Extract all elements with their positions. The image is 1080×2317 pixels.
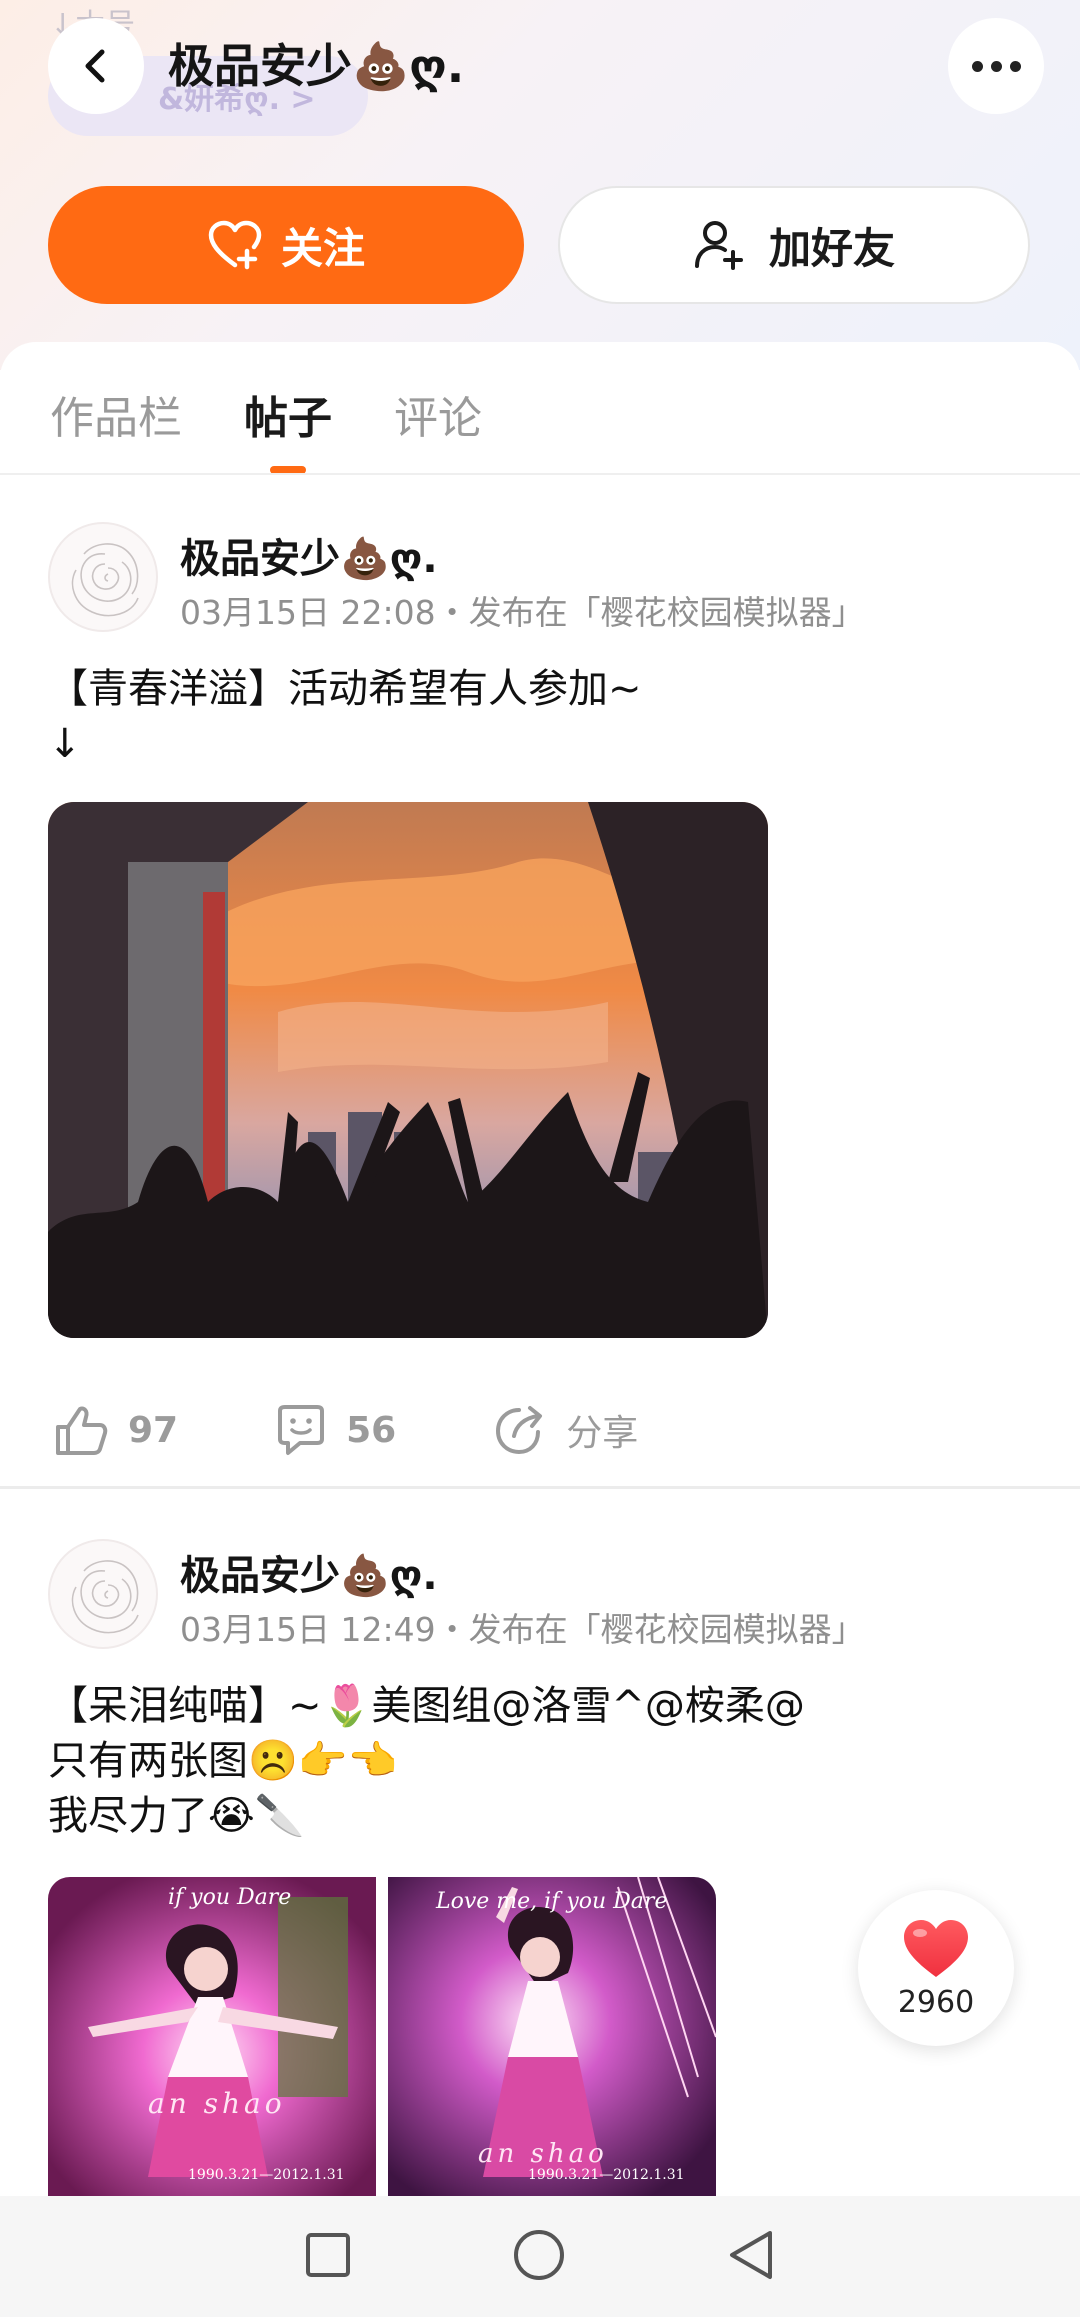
post-meta: 03月15日 22:08・发布在「樱花校园模拟器」 <box>180 593 865 632</box>
more-options-button[interactable] <box>948 18 1044 114</box>
author-name[interactable]: 极品安少💩ღ. <box>180 1543 438 1601</box>
comment-icon <box>278 1405 325 1455</box>
follow-label: 关注 <box>280 223 365 273</box>
circle-icon <box>514 2229 564 2280</box>
chevron-left-icon <box>85 49 105 83</box>
tab-label: 作品栏 <box>50 393 182 444</box>
floating-like-button[interactable]: 2960 <box>858 1890 1014 2046</box>
like-button[interactable]: 97 <box>54 1403 178 1457</box>
tab-posts[interactable]: 帖子 <box>244 382 332 474</box>
post-image-1[interactable]: if you Dare an shao 1990.3.21—2012.1.31 <box>48 1877 376 2197</box>
image-date-text: 1990.3.21—2012.1.31 <box>188 2167 345 2183</box>
tab-works[interactable]: 作品栏 <box>50 382 182 474</box>
share-icon <box>496 1406 543 1455</box>
post-image-sunset[interactable] <box>48 802 768 1338</box>
anime-photo-1 <box>48 1877 376 2197</box>
post-image-2[interactable]: Love me, if you Dare an shao 1990.3.21—2… <box>388 1877 716 2197</box>
add-user-icon <box>694 221 743 270</box>
share-label: 分享 <box>566 1413 639 1454</box>
image-date-text: 1990.3.21—2012.1.31 <box>528 2167 685 2183</box>
floating-like-count: 2960 <box>897 1984 975 2020</box>
image-name-text: an shao <box>478 2139 608 2169</box>
image-script-text: Love me, if you Dare <box>436 1889 668 1914</box>
more-dot-icon <box>971 60 983 72</box>
share-button[interactable]: 分享 <box>492 1402 638 1458</box>
add-friend-label: 加好友 <box>768 223 895 273</box>
tab-label: 帖子 <box>244 393 332 444</box>
post-actions: 97 56 分享 <box>54 1402 638 1458</box>
author-name[interactable]: 极品安少💩ღ. <box>180 526 438 584</box>
recent-apps-button[interactable] <box>304 2231 352 2283</box>
triangle-back-icon <box>730 2230 772 2279</box>
tab-label: 评论 <box>394 393 482 444</box>
back-button[interactable] <box>48 18 144 114</box>
system-navigation-bar <box>0 2196 1080 2317</box>
avatar[interactable] <box>48 522 158 632</box>
add-friend-button[interactable]: 加好友 <box>558 186 1030 304</box>
tab-comments[interactable]: 评论 <box>394 382 482 474</box>
image-name-text: an shao <box>148 2087 286 2120</box>
back-nav-button[interactable] <box>726 2228 776 2286</box>
like-count: 97 <box>128 1409 179 1451</box>
page-title: 极品安少💩ღ. <box>168 39 465 93</box>
post-text: 【呆泪纯喵】~🌷美图组@洛雪^@桉柔@ 只有两张图☹️👉👈 我尽力了😭🔪 <box>48 1683 805 1839</box>
more-dot-icon <box>990 60 1002 72</box>
comment-count: 56 <box>346 1409 397 1451</box>
follow-button[interactable]: 关注 <box>48 186 524 304</box>
post-meta: 03月15日 12:49・发布在「樱花校园模拟器」 <box>180 1610 865 1649</box>
comment-button[interactable]: 56 <box>274 1403 396 1457</box>
sunset-photo <box>48 802 768 1338</box>
thumbs-up-icon <box>56 1406 108 1455</box>
avatar[interactable] <box>48 1539 158 1649</box>
more-dot-icon <box>1009 60 1021 72</box>
rose-avatar-icon <box>71 1560 139 1634</box>
post-text: 【青春洋溢】活动希望有人参加~ ↓ <box>48 666 642 767</box>
divider <box>0 1486 1080 1489</box>
square-icon <box>306 2232 350 2277</box>
rose-avatar-icon <box>71 543 139 617</box>
heart-icon <box>904 1919 968 1977</box>
heart-plus-icon <box>208 220 262 270</box>
home-button[interactable] <box>512 2228 566 2286</box>
tab-bar: 作品栏 帖子 评论 <box>50 382 482 474</box>
image-script-text: if you Dare <box>168 1885 292 1910</box>
divider <box>0 473 1080 475</box>
